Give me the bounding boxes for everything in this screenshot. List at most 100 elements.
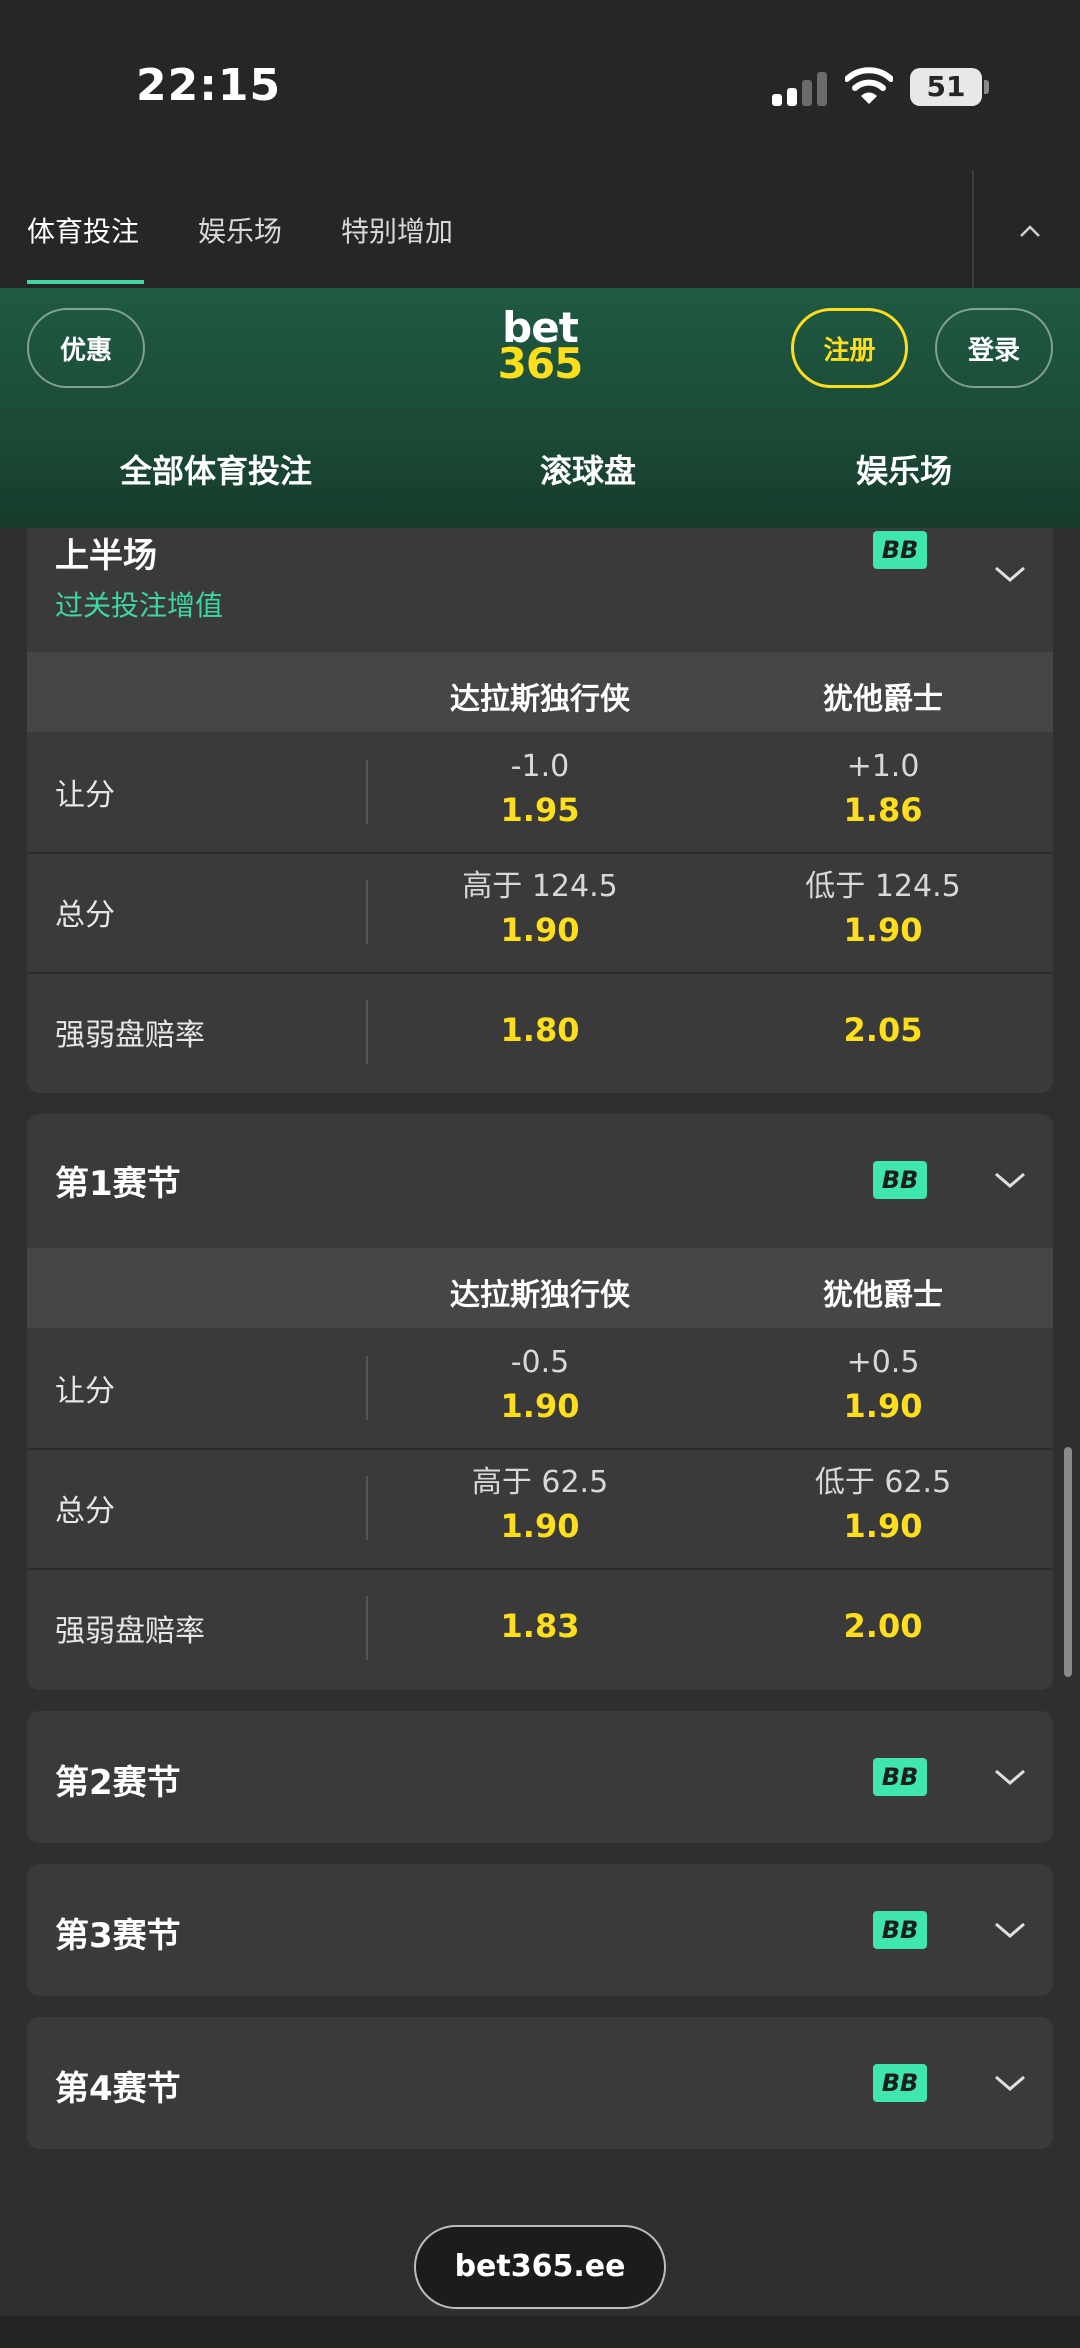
signal-icon: [772, 72, 828, 106]
link-casino[interactable]: 娱乐场: [856, 446, 952, 492]
market-quarter-2[interactable]: 第2赛节 BB: [27, 1711, 1053, 1843]
total-line: 低于 124.5: [805, 869, 961, 904]
battery-tip: [984, 80, 989, 94]
team-b-header: 犹他爵士: [823, 682, 943, 717]
odds-value: 1.80: [500, 1011, 580, 1049]
odds-cell-team-a[interactable]: -0.5 1.90: [390, 1342, 690, 1428]
section-subtitle[interactable]: 过关投注增值: [55, 584, 223, 624]
row-divider: [366, 1596, 368, 1660]
market-quarter-4[interactable]: 第4赛节 BB: [27, 2017, 1053, 2149]
section-title: 第3赛节: [55, 1916, 181, 1956]
bet-builder-badge: BB: [873, 2064, 927, 2102]
row-handicap: 让分 -0.5 1.90 +0.5 1.90: [27, 1328, 1053, 1448]
total-line: 高于 62.5: [471, 1465, 609, 1500]
brand-header: 优惠 bet 365 注册 登录 全部体育投注 滚球盘 娱乐场: [0, 288, 1080, 528]
row-moneyline: 强弱盘赔率 1.83 2.00: [27, 1570, 1053, 1690]
tab-special-boost[interactable]: 特别增加: [341, 210, 453, 250]
odds-value: 1.83: [500, 1607, 580, 1645]
bet365-logo[interactable]: bet 365: [497, 307, 584, 388]
odds-cell-team-b[interactable]: 2.05: [733, 1008, 1033, 1052]
chevron-down-icon[interactable]: [993, 2073, 1027, 2093]
odds-value: 1.90: [500, 911, 580, 949]
odds-cell-team-a[interactable]: 1.83: [390, 1604, 690, 1648]
odds-cell-under[interactable]: 低于 62.5 1.90: [733, 1462, 1033, 1548]
browser-bottom-bar: [0, 2316, 1080, 2348]
market-quarter-1: 第1赛节 BB 达拉斯独行侠 犹他爵士 让分 -0.5 1.90 +0.5 1.…: [27, 1114, 1053, 1690]
login-button[interactable]: 登录: [935, 308, 1053, 388]
team-a-header: 达拉斯独行侠: [450, 682, 630, 717]
row-label: 让分: [55, 778, 115, 813]
chevron-down-icon[interactable]: [993, 1170, 1027, 1190]
status-bar: 22:15 51: [0, 0, 1080, 170]
odds-cell-over[interactable]: 高于 124.5 1.90: [390, 866, 690, 952]
row-label: 总分: [55, 898, 115, 933]
odds-cell-team-a[interactable]: -1.0 1.95: [390, 746, 690, 832]
scrollbar[interactable]: [1064, 1447, 1072, 1677]
section-title: 第4赛节: [55, 2069, 181, 2109]
odds-value: 1.90: [843, 1387, 923, 1425]
market-quarter-3[interactable]: 第3赛节 BB: [27, 1864, 1053, 1996]
odds-value: 2.00: [843, 1607, 923, 1645]
odds-cell-team-b[interactable]: +1.0 1.86: [733, 746, 1033, 832]
odds-cell-team-a[interactable]: 1.80: [390, 1008, 690, 1052]
odds-value: 1.95: [500, 791, 580, 829]
row-total: 总分 高于 124.5 1.90 低于 124.5 1.90: [27, 854, 1053, 974]
top-nav: 体育投注 娱乐场 特别增加: [0, 170, 1080, 288]
column-header: 达拉斯独行侠 犹他爵士: [27, 1248, 1053, 1328]
handicap-line: -0.5: [510, 1345, 570, 1380]
section-title[interactable]: 第1赛节: [55, 1156, 181, 1205]
tab-sports[interactable]: 体育投注: [27, 210, 139, 250]
active-tab-indicator: [27, 280, 144, 284]
odds-value: 1.90: [843, 1507, 923, 1545]
odds-cell-team-b[interactable]: 2.00: [733, 1604, 1033, 1648]
row-label: 总分: [55, 1494, 115, 1529]
total-line: 高于 124.5: [462, 869, 618, 904]
tab-casino[interactable]: 娱乐场: [198, 210, 282, 250]
link-all-sports[interactable]: 全部体育投注: [120, 446, 312, 492]
row-moneyline: 强弱盘赔率 1.80 2.05: [27, 974, 1053, 1093]
chevron-down-icon[interactable]: [993, 1767, 1027, 1787]
odds-cell-team-b[interactable]: +0.5 1.90: [733, 1342, 1033, 1428]
register-button[interactable]: 注册: [791, 308, 908, 388]
row-total: 总分 高于 62.5 1.90 低于 62.5 1.90: [27, 1450, 1053, 1570]
row-divider: [366, 880, 368, 944]
total-line: 低于 62.5: [814, 1465, 952, 1500]
chevron-down-icon[interactable]: [993, 564, 1027, 584]
link-in-play[interactable]: 滚球盘: [540, 446, 636, 492]
handicap-line: +1.0: [846, 749, 920, 784]
row-divider: [366, 1476, 368, 1540]
status-time: 22:15: [136, 60, 282, 111]
market-first-half: 上半场 过关投注增值 BB 达拉斯独行侠 犹他爵士 让分 -1.0 1.95 +…: [27, 528, 1053, 1093]
odds-value: 1.90: [843, 911, 923, 949]
handicap-line: -1.0: [510, 749, 570, 784]
odds-value: 1.86: [843, 791, 923, 829]
promotions-button[interactable]: 优惠: [27, 308, 145, 388]
bet-builder-badge: BB: [873, 1911, 927, 1949]
odds-value: 2.05: [843, 1011, 923, 1049]
chevron-down-icon[interactable]: [993, 1920, 1027, 1940]
row-label: 让分: [55, 1374, 115, 1409]
domain-pill[interactable]: bet365.ee: [414, 2225, 666, 2309]
section-title: 第2赛节: [55, 1763, 181, 1803]
team-b-header: 犹他爵士: [823, 1278, 943, 1313]
row-divider: [366, 760, 368, 824]
wifi-icon: [845, 67, 893, 104]
nav-divider: [972, 170, 974, 288]
row-label: 强弱盘赔率: [55, 1614, 205, 1649]
handicap-line: +0.5: [846, 1345, 920, 1380]
bet-builder-badge: BB: [873, 1758, 927, 1796]
section-title[interactable]: 上半场: [55, 528, 157, 577]
row-label: 强弱盘赔率: [55, 1018, 205, 1053]
bet-builder-badge: BB: [873, 1161, 927, 1199]
odds-cell-under[interactable]: 低于 124.5 1.90: [733, 866, 1033, 952]
odds-value: 1.90: [500, 1387, 580, 1425]
odds-cell-over[interactable]: 高于 62.5 1.90: [390, 1462, 690, 1548]
bet-builder-badge: BB: [873, 531, 927, 569]
odds-value: 1.90: [500, 1507, 580, 1545]
row-divider: [366, 1000, 368, 1064]
row-divider: [366, 1356, 368, 1420]
logo-text-bottom: 365: [497, 339, 584, 388]
team-a-header: 达拉斯独行侠: [450, 1278, 630, 1313]
chevron-up-icon[interactable]: [1005, 210, 1055, 250]
column-header: 达拉斯独行侠 犹他爵士: [27, 652, 1053, 732]
